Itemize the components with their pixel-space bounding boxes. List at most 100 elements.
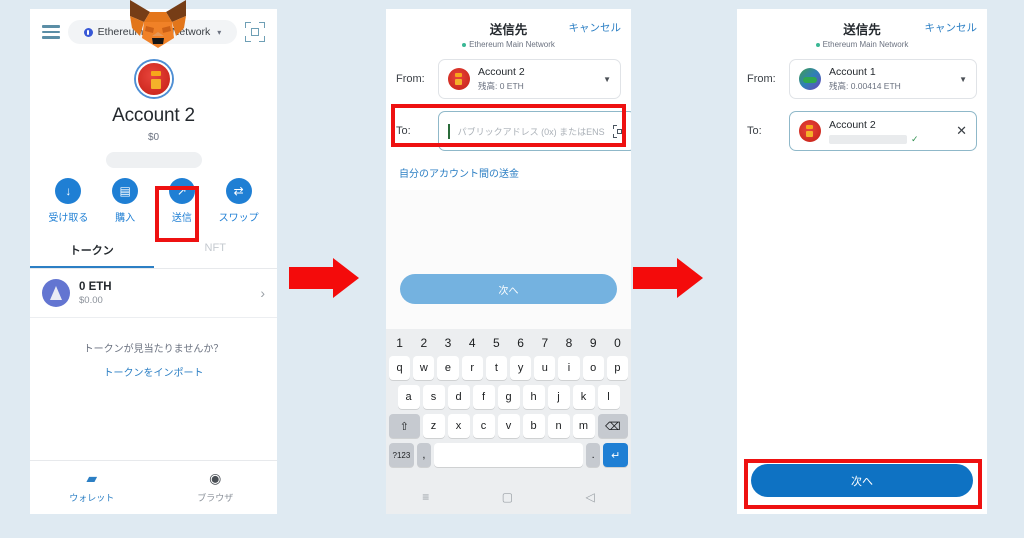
key-7[interactable]: 7	[534, 334, 555, 351]
key-b[interactable]: b	[522, 414, 545, 438]
bottom-nav-wallet[interactable]: ▰ ウォレット	[30, 471, 154, 504]
tab-tokens[interactable]: トークン	[30, 234, 154, 268]
keyboard-row-3: ⇧ z x c v b n m ⌫	[389, 414, 628, 438]
chevron-down-icon: ▼	[603, 74, 611, 84]
key-q[interactable]: q	[388, 356, 411, 380]
recents-icon[interactable]: ≡	[422, 490, 429, 504]
key-9[interactable]: 9	[583, 334, 604, 351]
key-8[interactable]: 8	[558, 334, 579, 351]
key-0[interactable]: 0	[607, 334, 628, 351]
android-nav-bar: ≡ ▢ ◁	[386, 479, 631, 514]
shift-key-icon[interactable]: ⇧	[389, 414, 420, 438]
bottom-nav-wallet-label: ウォレット	[69, 493, 115, 503]
key-g[interactable]: g	[497, 385, 520, 409]
tab-nft[interactable]: NFT	[154, 234, 278, 268]
qr-scan-icon[interactable]	[245, 22, 265, 42]
cancel-button[interactable]: キャンセル	[569, 20, 622, 35]
key-5[interactable]: 5	[486, 334, 507, 351]
key-x[interactable]: x	[447, 414, 470, 438]
keyboard-row-4: ?123 , . ↵	[389, 443, 628, 467]
to-address-input[interactable]: パブリックアドレス (0x) またはENS	[438, 111, 631, 151]
to-address-placeholder: パブリックアドレス (0x) またはENS	[457, 126, 605, 137]
list-item[interactable]: 0 ETH $0.00 ›	[30, 269, 277, 318]
key-3[interactable]: 3	[437, 334, 458, 351]
next-button[interactable]: 次へ	[751, 464, 973, 497]
on-screen-keyboard: 1 2 3 4 5 6 7 8 9 0 q w e r t y u i o p …	[386, 329, 631, 479]
key-a[interactable]: a	[397, 385, 420, 409]
to-label: To:	[747, 125, 762, 137]
key-2[interactable]: 2	[413, 334, 434, 351]
metamask-fox-logo	[130, 0, 186, 48]
token-fiat: $0.00	[79, 294, 103, 306]
key-y[interactable]: y	[510, 356, 532, 380]
action-swap[interactable]: ⇄ スワップ	[214, 178, 264, 224]
home-icon[interactable]: ▢	[502, 490, 513, 504]
bottom-nav-browser[interactable]: ◉ ブラウザ	[154, 471, 278, 504]
key-h[interactable]: h	[522, 385, 545, 409]
to-account-filled[interactable]: Account 2 ✓ ✕	[789, 111, 977, 151]
key-i[interactable]: i	[558, 356, 580, 380]
key-d[interactable]: d	[447, 385, 470, 409]
avatar	[799, 120, 821, 142]
from-account-selector[interactable]: Account 2 残高: 0 ETH ▼	[438, 59, 621, 99]
from-account-selector[interactable]: Account 1 残高: 0.00414 ETH ▼	[789, 59, 977, 99]
symbols-key[interactable]: ?123	[389, 443, 414, 467]
key-c[interactable]: c	[472, 414, 495, 438]
network-status-dot-icon	[815, 42, 820, 47]
send-header: 送信先 Ethereum Main Network キャンセル	[737, 9, 987, 53]
next-button[interactable]: 次へ	[400, 274, 617, 304]
qr-scan-icon[interactable]	[612, 124, 626, 138]
key-v[interactable]: v	[497, 414, 520, 438]
from-label: From:	[747, 73, 776, 85]
action-receive-label: 受け取る	[48, 213, 89, 224]
key-u[interactable]: u	[534, 356, 556, 380]
key-e[interactable]: e	[437, 356, 459, 380]
key-j[interactable]: j	[547, 385, 570, 409]
key-1[interactable]: 1	[389, 334, 410, 351]
key-o[interactable]: o	[582, 356, 604, 380]
panel-wallet-home: Ethereum Main Network ▾ Account 2 $0 ↓ 受…	[30, 9, 277, 514]
avatar	[799, 68, 821, 90]
hamburger-icon[interactable]	[42, 25, 60, 39]
key-z[interactable]: z	[422, 414, 445, 438]
import-token-link[interactable]: トークンをインポート	[30, 364, 277, 379]
cancel-button[interactable]: キャンセル	[925, 20, 978, 35]
panel-send-filled: 送信先 Ethereum Main Network キャンセル From: Ac…	[737, 9, 987, 514]
key-w[interactable]: w	[413, 356, 435, 380]
key-4[interactable]: 4	[462, 334, 483, 351]
key-f[interactable]: f	[472, 385, 495, 409]
chevron-right-icon: ›	[260, 285, 265, 301]
network-status-dot-icon	[462, 42, 467, 47]
avatar	[448, 68, 470, 90]
key-6[interactable]: 6	[510, 334, 531, 351]
send-header: 送信先 Ethereum Main Network キャンセル	[386, 9, 631, 53]
transfer-between-accounts-link[interactable]: 自分のアカウント間の送金	[386, 157, 631, 190]
bottom-nav: ▰ ウォレット ◉ ブラウザ	[30, 460, 277, 514]
empty-token-state: トークンが見当たりませんか？ トークンをインポート	[30, 318, 277, 379]
key-k[interactable]: k	[572, 385, 595, 409]
action-send[interactable]: ↗ 送信	[157, 178, 207, 224]
account-address-redacted[interactable]	[105, 152, 202, 168]
browser-icon: ◉	[209, 470, 222, 486]
clear-to-field-button[interactable]: ✕	[956, 123, 967, 139]
key-p[interactable]: p	[606, 356, 629, 380]
from-field-row: From: Account 2 残高: 0 ETH ▼	[386, 53, 631, 105]
backspace-key-icon[interactable]: ⌫	[597, 414, 628, 438]
back-icon[interactable]: ◁	[586, 490, 595, 504]
chevron-down-icon: ▼	[959, 74, 967, 84]
bottom-nav-browser-label: ブラウザ	[197, 493, 234, 503]
enter-key-icon[interactable]: ↵	[603, 443, 628, 467]
send-network: Ethereum Main Network	[386, 40, 631, 49]
action-buy[interactable]: ▤ 購入	[100, 178, 150, 224]
key-m[interactable]: m	[572, 414, 595, 438]
key-r[interactable]: r	[461, 356, 483, 380]
key-t[interactable]: t	[485, 356, 507, 380]
key-period[interactable]: .	[586, 443, 601, 467]
key-n[interactable]: n	[547, 414, 570, 438]
space-key[interactable]	[433, 443, 584, 467]
key-l[interactable]: l	[597, 385, 620, 409]
key-comma[interactable]: ,	[416, 443, 431, 467]
avatar[interactable]	[135, 61, 172, 97]
action-receive[interactable]: ↓ 受け取る	[43, 178, 93, 224]
key-s[interactable]: s	[422, 385, 445, 409]
